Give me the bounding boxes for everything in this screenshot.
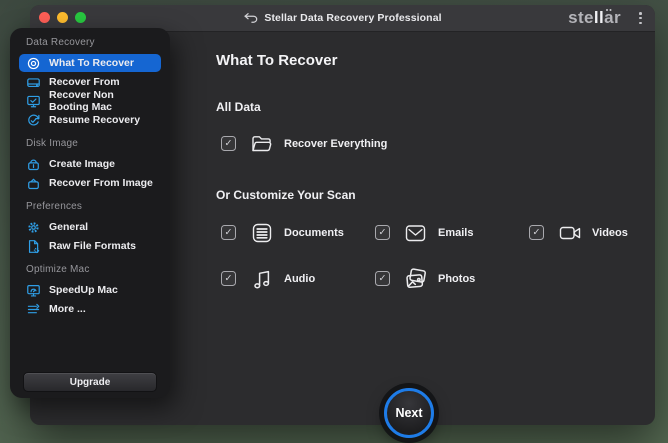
scan-item-label: Videos <box>592 227 628 239</box>
more-lines-icon <box>26 302 41 317</box>
checkbox-photos[interactable]: ✓ <box>375 271 390 286</box>
window-title: Stellar Data Recovery Professional <box>264 12 441 24</box>
scan-item-label: Photos <box>438 273 475 285</box>
speedometer-icon <box>26 283 41 298</box>
scan-items-grid: ✓ Documents ✓ Emails ✓ <box>221 219 668 292</box>
scan-item-audio: ✓ Audio <box>221 265 375 292</box>
recover-everything-row: ✓ Recover Everything <box>221 130 387 157</box>
scan-item-label: Documents <box>284 227 344 239</box>
section-header: Disk Image <box>26 137 154 150</box>
sidebar-section-preferences: Preferences General Raw File Formats <box>10 200 170 255</box>
section-header: Preferences <box>26 200 154 213</box>
sidebar-item-resume-recovery[interactable]: Resume Recovery <box>19 111 161 129</box>
documents-icon <box>248 219 275 246</box>
envelope-icon <box>402 219 429 246</box>
scan-item-label: Audio <box>284 273 315 285</box>
sidebar-item-more[interactable]: More ... <box>19 300 161 318</box>
page-title: What To Recover <box>216 52 337 69</box>
sidebar-item-recover-from-image[interactable]: Recover From Image <box>19 174 161 192</box>
scan-item-label: Emails <box>438 227 473 239</box>
back-arrow-icon[interactable] <box>243 12 258 24</box>
sidebar-item-create-image[interactable]: Create Image <box>19 155 161 173</box>
scan-item-emails: ✓ Emails <box>375 219 529 246</box>
scan-item-photos: ✓ Photos <box>375 265 529 292</box>
scan-item-documents: ✓ Documents <box>221 219 375 246</box>
drive-icon <box>26 75 41 90</box>
sidebar-item-label: SpeedUp Mac <box>49 284 118 296</box>
stellar-logo: stellar <box>568 5 621 31</box>
sidebar-item-label: More ... <box>49 303 86 315</box>
disk-image-icon <box>26 157 41 172</box>
sidebar-section-data-recovery: Data Recovery What To Recover Recover Fr… <box>10 36 170 129</box>
sidebar-item-general[interactable]: General <box>19 218 161 236</box>
upgrade-button[interactable]: Upgrade <box>23 372 157 392</box>
checkbox-emails[interactable]: ✓ <box>375 225 390 240</box>
all-data-heading: All Data <box>216 100 261 114</box>
monitor-icon <box>26 94 41 109</box>
scan-item-videos: ✓ Videos <box>529 219 668 246</box>
brand-part: ar <box>604 8 621 28</box>
recover-everything-label: Recover Everything <box>284 138 387 150</box>
gear-icon <box>26 220 41 235</box>
sidebar-item-label: Recover From Image <box>49 177 153 189</box>
customize-heading: Or Customize Your Scan <box>216 188 356 202</box>
resume-arrow-icon <box>26 113 41 128</box>
photos-icon <box>402 265 429 292</box>
folder-icon <box>248 130 275 157</box>
checkbox-recover-everything[interactable]: ✓ <box>221 136 236 151</box>
sidebar-item-label: Raw File Formats <box>49 240 136 252</box>
sidebar-item-label: Recover Non Booting Mac <box>49 89 154 113</box>
brand-part: ll <box>594 8 604 28</box>
sidebar-section-disk-image: Disk Image Create Image Recover From Ima… <box>10 137 170 192</box>
image-restore-icon <box>26 176 41 191</box>
kebab-menu-icon[interactable] <box>639 12 642 24</box>
sidebar-item-recover-non-booting-mac[interactable]: Recover Non Booting Mac <box>19 92 161 110</box>
sidebar: Data Recovery What To Recover Recover Fr… <box>10 28 170 398</box>
target-icon <box>26 56 41 71</box>
file-gear-icon <box>26 239 41 254</box>
sidebar-item-label: General <box>49 221 88 233</box>
sidebar-section-optimize-mac: Optimize Mac SpeedUp Mac More ... <box>10 263 170 318</box>
sidebar-item-label: Resume Recovery <box>49 114 140 126</box>
checkbox-audio[interactable]: ✓ <box>221 271 236 286</box>
sidebar-item-label: Recover From <box>49 76 120 88</box>
sidebar-item-raw-file-formats[interactable]: Raw File Formats <box>19 237 161 255</box>
section-header: Data Recovery <box>26 36 154 49</box>
music-note-icon <box>248 265 275 292</box>
checkbox-documents[interactable]: ✓ <box>221 225 236 240</box>
brand-part: ste <box>568 8 594 28</box>
checkbox-videos[interactable]: ✓ <box>529 225 544 240</box>
sidebar-item-speedup-mac[interactable]: SpeedUp Mac <box>19 281 161 299</box>
sidebar-item-label: Create Image <box>49 158 115 170</box>
section-header: Optimize Mac <box>26 263 154 276</box>
video-camera-icon <box>556 219 583 246</box>
next-button[interactable]: Next <box>384 388 434 438</box>
sidebar-item-what-to-recover[interactable]: What To Recover <box>19 54 161 72</box>
sidebar-item-label: What To Recover <box>49 57 134 69</box>
